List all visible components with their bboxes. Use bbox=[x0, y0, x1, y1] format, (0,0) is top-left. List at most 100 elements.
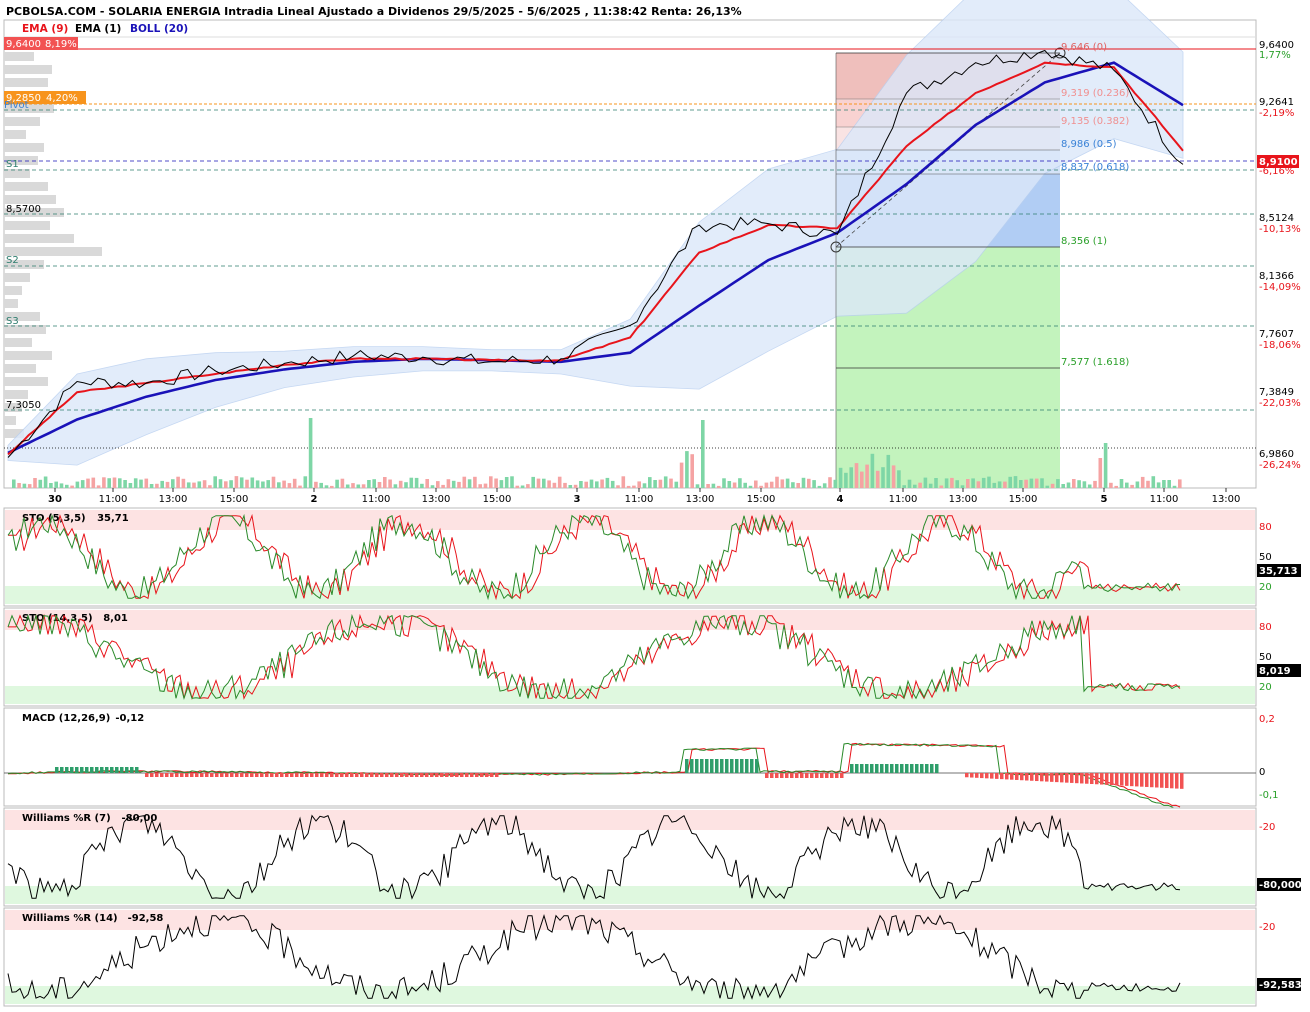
volume-bar bbox=[913, 484, 917, 488]
volume-bar bbox=[616, 485, 620, 488]
volume-bar bbox=[865, 464, 869, 488]
volume-bar bbox=[340, 478, 345, 488]
macd-hist-bar bbox=[980, 773, 984, 779]
volume-bar bbox=[759, 485, 763, 488]
macd-hist-bar bbox=[685, 759, 689, 773]
volume-bar bbox=[118, 478, 122, 488]
volume-bar bbox=[436, 481, 440, 488]
volume-bar bbox=[12, 479, 16, 488]
macd-hist-bar bbox=[1025, 773, 1029, 781]
macd-hist-bar bbox=[790, 773, 794, 778]
x-tick-label: 11:00 bbox=[99, 494, 128, 505]
macd-hist-bar bbox=[470, 773, 474, 777]
macd-hist-bar bbox=[395, 773, 399, 777]
panel-value: -0,12 bbox=[115, 713, 144, 724]
volume-bar bbox=[849, 467, 853, 488]
volume-profile-bar bbox=[4, 351, 52, 360]
volume-bar bbox=[425, 479, 429, 488]
volume-bar bbox=[1119, 479, 1124, 488]
volume-bar bbox=[520, 485, 525, 488]
macd-hist-bar bbox=[185, 773, 189, 777]
macd-hist-bar bbox=[285, 773, 289, 777]
volume-bar bbox=[54, 481, 58, 488]
volume-bar bbox=[213, 476, 217, 488]
volume-bar bbox=[266, 480, 270, 488]
macd-hist-bar bbox=[990, 773, 994, 779]
macd-hist-bar bbox=[895, 764, 899, 773]
volume-bar bbox=[1087, 484, 1092, 488]
macd-hist-bar bbox=[370, 773, 374, 777]
volume-profile-bar bbox=[4, 377, 48, 386]
volume-bar bbox=[981, 477, 986, 488]
macd-hist-bar bbox=[715, 759, 719, 773]
volume-bar bbox=[356, 484, 361, 488]
volume-bar bbox=[854, 463, 859, 488]
macd-hist-bar bbox=[770, 773, 774, 778]
volume-bar bbox=[494, 478, 498, 488]
macd-hist-bar bbox=[1160, 773, 1164, 788]
macd-hist-bar bbox=[310, 773, 314, 777]
macd-hist-bar bbox=[115, 767, 119, 773]
macd-hist-bar bbox=[1090, 773, 1094, 784]
macd-hist-bar bbox=[750, 759, 754, 773]
macd-hist-bar bbox=[130, 767, 134, 773]
y-tick-1: 9,2641 bbox=[1259, 97, 1294, 108]
s2-label: S2 bbox=[6, 255, 19, 266]
y-pct-1: -2,19% bbox=[1259, 108, 1294, 119]
volume-profile-bar bbox=[4, 182, 48, 191]
fib-label-5: 8,356 (1) bbox=[1061, 236, 1107, 247]
macd-hist-bar bbox=[405, 773, 409, 777]
panel-level: 80 bbox=[1259, 522, 1272, 533]
macd-hist-bar bbox=[995, 773, 999, 779]
macd-hist-bar bbox=[105, 767, 109, 773]
volume-bar bbox=[1151, 476, 1156, 488]
volume-bar bbox=[1066, 482, 1071, 488]
volume-bar bbox=[754, 480, 758, 488]
macd-hist-bar bbox=[240, 773, 244, 777]
volume-bar bbox=[446, 479, 451, 488]
volume-bar bbox=[897, 470, 901, 488]
volume-bar bbox=[679, 462, 684, 488]
volume-bar bbox=[515, 485, 520, 488]
volume-bar bbox=[923, 477, 928, 488]
macd-hist-bar bbox=[840, 773, 844, 778]
volume-bar bbox=[22, 483, 27, 488]
x-tick-label: 13:00 bbox=[422, 494, 451, 505]
panel-last-value: -80,000 bbox=[1259, 880, 1302, 891]
indicator-panels: STO (5,3,5) 35,7180502035,713STO (14,3,5)… bbox=[3, 507, 1302, 1007]
volume-bar bbox=[224, 481, 228, 488]
macd-hist-bar bbox=[970, 773, 974, 778]
panel-last-value: 8,019 bbox=[1259, 666, 1291, 677]
volume-profile-bar bbox=[4, 390, 28, 399]
volume-bar bbox=[706, 484, 710, 488]
macd-hist-bar bbox=[435, 773, 439, 777]
left-level-2: 7,3050 bbox=[6, 400, 41, 411]
volume-bar bbox=[234, 476, 239, 488]
volume-bar bbox=[430, 485, 435, 488]
volume-bar bbox=[1125, 482, 1129, 488]
macd-hist-bar bbox=[1150, 773, 1154, 788]
volume-bar bbox=[33, 478, 37, 488]
volume-bar bbox=[261, 481, 265, 488]
volume-bar bbox=[324, 485, 329, 488]
y-tick-7: 6,9860 bbox=[1259, 449, 1294, 460]
volume-bar bbox=[229, 480, 233, 488]
macd-hist-bar bbox=[490, 773, 494, 777]
legend-ema1: EMA (1) bbox=[75, 23, 121, 35]
macd-hist-bar bbox=[265, 773, 269, 777]
macd-hist-bar bbox=[280, 773, 284, 777]
volume-profile-bar bbox=[4, 65, 52, 74]
volume-bar bbox=[960, 485, 965, 488]
macd-hist-bar bbox=[1085, 773, 1089, 784]
stock-chart[interactable]: PCBOLSA.COM - SOLARIA ENERGIA Intradia L… bbox=[0, 0, 1310, 1012]
macd-hist-bar bbox=[110, 767, 114, 773]
volume-bar bbox=[791, 482, 795, 488]
volume-bar bbox=[112, 477, 117, 488]
x-tick-label: 11:00 bbox=[1150, 494, 1179, 505]
volume-bar bbox=[91, 477, 96, 488]
volume-bar bbox=[669, 478, 673, 488]
volume-bar bbox=[86, 478, 90, 488]
fib-label-6: 7,577 (1.618) bbox=[1061, 357, 1129, 368]
panel-value: 8,01 bbox=[103, 613, 128, 624]
panel-frame bbox=[3, 707, 1257, 807]
